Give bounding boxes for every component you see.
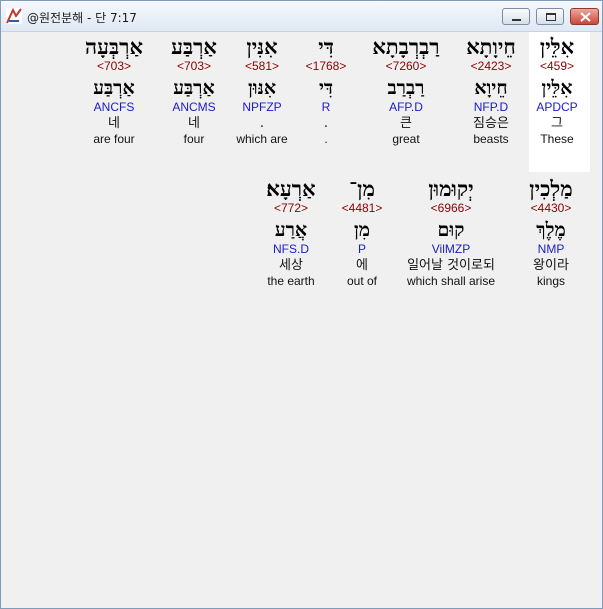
korean-gloss: .: [259, 116, 265, 131]
lemma-word: רַבְרַב: [387, 77, 425, 99]
korean-gloss: 네: [188, 116, 200, 131]
word-column[interactable]: אִנִּין <581> אִנּוּן NPFZP. which are: [224, 34, 300, 147]
parsing-code: NFP.D: [473, 100, 509, 114]
word-column[interactable]: אִלֵּין <459> אִלֵּין APDCP 그 These: [519, 34, 595, 147]
parsing-code: NFS.D: [273, 242, 309, 256]
korean-gloss: 짐승은: [473, 116, 509, 131]
english-gloss: great: [392, 132, 420, 146]
strong-number[interactable]: <703>: [156, 59, 232, 73]
lemma-word: אִנּוּן: [247, 77, 277, 99]
english-gloss: the earth: [267, 274, 315, 288]
strong-number[interactable]: <772>: [232, 201, 350, 215]
app-window: @원전분해 - 단 7:17 אִלֵּין <459> אִלֵּין APDCP 그…: [0, 0, 603, 609]
hebrew-word: חֵיוָתָא: [466, 34, 516, 59]
minimize-button[interactable]: [502, 8, 530, 25]
lemma-word: אִלֵּין: [541, 77, 573, 99]
hebrew-word: אַרְבְּעָה: [85, 34, 143, 59]
lemma-word: אֲרַע: [274, 219, 308, 241]
word-column[interactable]: אַרְעָא׃ <772> אֲרַע NFS.D 세상 the earth: [232, 176, 350, 289]
korean-gloss: 그: [551, 116, 563, 131]
english-gloss: These: [540, 132, 574, 146]
lemma-word: אַרְבַּע: [173, 77, 215, 99]
english-gloss: are four: [93, 132, 135, 146]
parsing-code: AFP.D: [389, 100, 423, 114]
strong-number[interactable]: <703>: [76, 59, 152, 73]
strong-number[interactable]: <459>: [519, 59, 595, 73]
english-gloss: four: [183, 132, 205, 146]
close-button[interactable]: [570, 8, 599, 25]
korean-gloss: 세상: [279, 258, 303, 273]
korean-gloss: 큰: [400, 116, 412, 131]
lemma-word: חֵיוָא: [474, 77, 508, 99]
word-column[interactable]: חֵיוָתָא <2423> חֵיוָא NFP.D 짐승은 beasts: [453, 34, 529, 147]
lemma-word: אַרְבַּע: [93, 77, 135, 99]
parsing-code: ANCFS: [93, 100, 135, 114]
korean-gloss: 네: [108, 116, 120, 131]
english-gloss: beasts: [473, 132, 509, 146]
hebrew-word: אַרְבַּע: [171, 34, 217, 59]
word-column[interactable]: אַרְבַּע <703> אַרְבַּע ANCMS 네 four: [156, 34, 232, 147]
verse-panel: אִלֵּין <459> אִלֵּין APDCP 그 These חֵיוָתָא <2…: [4, 32, 600, 607]
hebrew-word: אַרְעָא׃: [266, 176, 316, 201]
title-bar[interactable]: @원전분해 - 단 7:17: [1, 1, 602, 32]
parsing-code: ANCMS: [172, 100, 216, 114]
hebrew-word: אִנִּין: [246, 34, 278, 59]
app-icon[interactable]: [5, 7, 23, 25]
window-title: @원전분해 - 단 7:17: [27, 11, 137, 25]
hebrew-word: אִלֵּין: [539, 34, 575, 59]
english-gloss: which are: [236, 132, 288, 146]
word-column[interactable]: אַרְבְּעָה <703> אַרְבַּע ANCFS 네 are four: [76, 34, 152, 147]
parsing-code: NPFZP: [242, 100, 282, 114]
strong-number[interactable]: <581>: [224, 59, 300, 73]
word-column[interactable]: רַבְרְבָתָא <7260> רַבְרַב AFP.D 큰 great: [368, 34, 444, 147]
strong-number[interactable]: <7260>: [368, 59, 444, 73]
strong-number[interactable]: <2423>: [453, 59, 529, 73]
hebrew-word: רַבְרְבָתָא: [372, 34, 440, 59]
parsing-code: APDCP: [536, 100, 578, 114]
maximize-button[interactable]: [536, 8, 564, 25]
